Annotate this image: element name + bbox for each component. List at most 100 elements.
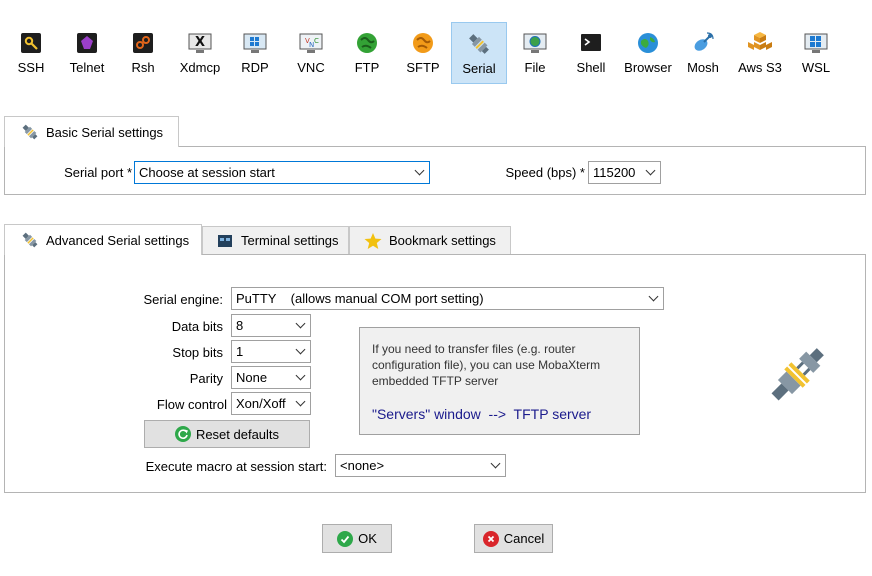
tool-label: SFTP <box>406 60 440 75</box>
tool-label: FTP <box>354 60 380 75</box>
serial-engine-select[interactable]: PuTTY (allows manual COM port setting) <box>231 287 664 310</box>
tool-label: WSL <box>801 60 831 75</box>
tool-vnc[interactable]: VNC VNC <box>284 22 338 84</box>
parity-select[interactable]: None <box>231 366 311 389</box>
serial-port-select[interactable]: Choose at session start <box>134 161 430 184</box>
macro-label: Execute macro at session start: <box>145 459 327 474</box>
mosh-icon <box>690 30 716 56</box>
file-icon <box>522 30 548 56</box>
tool-label: Mosh <box>687 60 719 75</box>
tool-sftp[interactable]: SFTP <box>396 22 450 84</box>
star-icon <box>364 232 382 250</box>
tab-basic-serial-settings[interactable]: Basic Serial settings <box>4 116 179 147</box>
ftp-icon <box>354 30 380 56</box>
tool-rdp[interactable]: RDP <box>228 22 282 84</box>
tab-label: Terminal settings <box>241 233 339 248</box>
refresh-icon <box>174 426 191 442</box>
close-icon <box>482 530 499 547</box>
aws-s3-icon <box>747 30 773 56</box>
svg-text:X: X <box>195 35 205 50</box>
chevron-down-icon <box>645 165 656 176</box>
speed-label: Speed (bps) * <box>505 165 586 180</box>
ssh-icon <box>18 30 44 56</box>
reset-defaults-button[interactable]: Reset defaults <box>144 420 310 448</box>
chevron-down-icon <box>295 318 306 329</box>
tab-label: Bookmark settings <box>389 233 496 248</box>
macro-value: <none> <box>340 458 385 473</box>
checkmark-icon <box>337 530 354 547</box>
flow-control-select[interactable]: Xon/Xoff <box>231 392 311 415</box>
vnc-icon: VNC <box>298 30 324 56</box>
tool-label: Serial <box>462 61 496 76</box>
serial-plug-illustration <box>762 340 832 410</box>
parity-value: None <box>236 370 268 385</box>
serial-engine-value: PuTTY (allows manual COM port setting) <box>236 291 484 306</box>
chevron-down-icon <box>648 291 659 302</box>
stop-bits-value: 1 <box>236 344 244 359</box>
terminal-icon <box>216 232 234 250</box>
cancel-label: Cancel <box>503 531 545 546</box>
tool-shell[interactable]: Shell <box>564 22 618 84</box>
tab-label: Advanced Serial settings <box>46 232 190 248</box>
tool-label: Telnet <box>69 60 105 75</box>
tftp-servers-link[interactable]: "Servers" window --> TFTP server <box>372 406 591 422</box>
xdmcp-icon: X <box>187 30 213 56</box>
speed-value: 115200 <box>593 165 636 180</box>
tool-ftp[interactable]: FTP <box>340 22 394 84</box>
stop-bits-label: Stop bits <box>172 345 223 360</box>
cancel-button[interactable]: Cancel <box>474 524 553 553</box>
ok-button[interactable]: OK <box>322 524 392 553</box>
serial-port-value: Choose at session start <box>139 165 275 180</box>
tool-mosh[interactable]: Mosh <box>677 22 729 84</box>
data-bits-value: 8 <box>236 318 244 333</box>
tool-label: Rsh <box>131 60 155 75</box>
tool-label: VNC <box>297 60 325 75</box>
tool-serial[interactable]: Serial <box>451 22 507 84</box>
chevron-down-icon <box>295 396 306 407</box>
tftp-info-box: If you need to transfer files (e.g. rout… <box>359 327 640 435</box>
serial-port-label: Serial port * <box>64 165 132 180</box>
tool-label: Browser <box>624 60 672 75</box>
session-type-toolbar: SSH Telnet Rsh X Xdmcp RDP VNC VNC FTP S… <box>0 0 872 92</box>
chevron-down-icon <box>295 370 306 381</box>
tftp-info-text: If you need to transfer files (e.g. rout… <box>372 342 601 388</box>
data-bits-select[interactable]: 8 <box>231 314 311 337</box>
tab-bookmark-settings[interactable]: Bookmark settings <box>349 226 511 254</box>
telnet-icon <box>74 30 100 56</box>
tab-terminal-settings[interactable]: Terminal settings <box>202 226 349 254</box>
tool-rsh[interactable]: Rsh <box>116 22 170 84</box>
tool-wsl[interactable]: WSL <box>790 22 842 84</box>
tool-telnet[interactable]: Telnet <box>60 22 114 84</box>
tool-label: File <box>524 60 546 75</box>
flow-control-value: Xon/Xoff <box>236 396 286 411</box>
tool-label: Xdmcp <box>179 60 221 75</box>
tab-advanced-serial-settings[interactable]: Advanced Serial settings <box>4 224 202 255</box>
chevron-down-icon <box>295 344 306 355</box>
macro-select[interactable]: <none> <box>335 454 506 477</box>
parity-label: Parity <box>189 371 223 386</box>
sftp-icon <box>410 30 436 56</box>
tool-aws-s3[interactable]: Aws S3 <box>730 22 790 84</box>
rdp-icon <box>242 30 268 56</box>
serial-plug-icon <box>21 231 39 249</box>
svg-text:C: C <box>314 37 319 45</box>
tool-label: Shell <box>576 60 606 75</box>
tool-ssh[interactable]: SSH <box>4 22 58 84</box>
tool-label: SSH <box>17 60 45 75</box>
tab-label: Basic Serial settings <box>46 124 164 140</box>
shell-icon <box>578 30 604 56</box>
stop-bits-select[interactable]: 1 <box>231 340 311 363</box>
tool-browser[interactable]: Browser <box>619 22 677 84</box>
serial-engine-label: Serial engine: <box>143 292 224 307</box>
ok-label: OK <box>358 531 377 546</box>
chevron-down-icon <box>490 458 501 469</box>
tool-xdmcp[interactable]: X Xdmcp <box>172 22 228 84</box>
speed-select[interactable]: 115200 <box>588 161 661 184</box>
serial-plug-icon <box>466 31 492 57</box>
tool-file[interactable]: File <box>508 22 562 84</box>
browser-globe-icon <box>635 30 661 56</box>
serial-plug-icon <box>21 123 39 141</box>
flow-control-label: Flow control <box>156 397 227 412</box>
chevron-down-icon <box>414 165 425 176</box>
rsh-icon <box>130 30 156 56</box>
